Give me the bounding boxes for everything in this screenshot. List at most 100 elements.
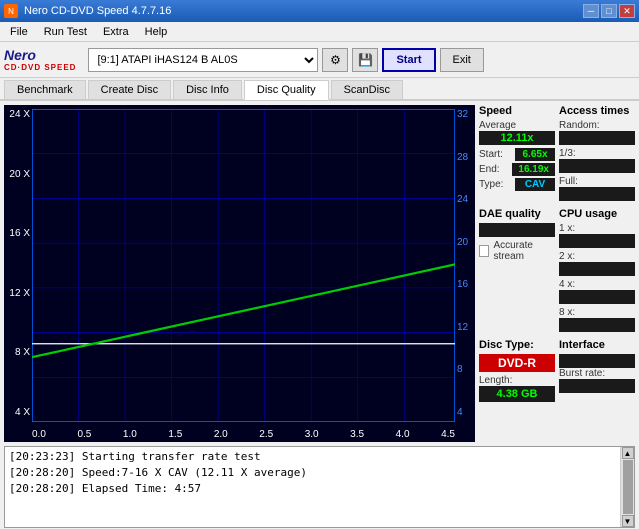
log-scrollbar[interactable]: ▲ ▼ [620, 447, 634, 527]
cpu-8x-label: 8 x: [559, 307, 635, 318]
tab-disc-quality[interactable]: Disc Quality [244, 80, 329, 100]
access-panel: Access times Random: 1/3: Full: [559, 105, 635, 204]
close-button[interactable]: ✕ [619, 4, 635, 18]
log-content: [20:23:23] Starting transfer rate test [… [5, 447, 620, 527]
menu-run-test[interactable]: Run Test [36, 24, 95, 40]
disc-panel: Disc Type: DVD-R Length: 4.38 GB [479, 339, 555, 402]
y-right-24: 24 [457, 194, 468, 205]
tab-benchmark[interactable]: Benchmark [4, 80, 86, 99]
access-title: Access times [559, 105, 635, 117]
cpu-8x-bar [559, 318, 635, 332]
access-random-label: Random: [559, 120, 635, 131]
speed-type-value: CAV [515, 178, 555, 191]
tab-scan-disc[interactable]: ScanDisc [331, 80, 403, 99]
main-content: 24 X 20 X 16 X 12 X 8 X 4 X 32 28 24 20 … [0, 101, 639, 446]
maximize-button[interactable]: □ [601, 4, 617, 18]
x-label-0: 0.0 [32, 429, 46, 440]
speed-type-label: Type: [479, 179, 503, 190]
window-title: Nero CD-DVD Speed 4.7.7.16 [24, 5, 171, 17]
toolbar-btn-2[interactable]: 💾 [352, 48, 378, 72]
chart-canvas [32, 109, 455, 422]
speed-average-value: 12.11x [479, 131, 555, 145]
side-panel: Speed Average 12.11x Start: 6.65x End: 1… [479, 101, 639, 446]
speed-end-value: 16.19x [512, 163, 555, 176]
y-right-8: 8 [457, 364, 463, 375]
nero-logo-top: Nero [4, 47, 36, 63]
disc-type-value: DVD-R [479, 354, 555, 372]
interface-panel: Interface Burst rate: [559, 339, 635, 402]
menu-extra[interactable]: Extra [95, 24, 137, 40]
x-label-25: 2.5 [259, 429, 273, 440]
minimize-button[interactable]: ─ [583, 4, 599, 18]
y-label-12: 12 X [9, 288, 30, 299]
nero-logo-bottom: CD·DVD SPEED [4, 63, 76, 72]
cpu-2x-bar [559, 262, 635, 276]
y-label-24: 24 X [9, 109, 30, 120]
y-label-20: 20 X [9, 169, 30, 180]
access-full-bar [559, 187, 635, 201]
speed-panel: Speed Average 12.11x Start: 6.65x End: 1… [479, 105, 555, 204]
dae-title: DAE quality [479, 208, 555, 220]
tab-disc-info[interactable]: Disc Info [173, 80, 242, 99]
scroll-up-button[interactable]: ▲ [622, 447, 634, 459]
scroll-thumb[interactable] [623, 460, 633, 514]
x-label-3: 3.0 [305, 429, 319, 440]
x-label-4: 4.0 [396, 429, 410, 440]
access-random-bar [559, 131, 635, 145]
interface-bar [559, 354, 635, 368]
speed-access-row: Speed Average 12.11x Start: 6.65x End: 1… [479, 105, 635, 204]
scroll-down-button[interactable]: ▼ [622, 515, 634, 527]
toolbar-btn-1[interactable]: ⚙ [322, 48, 348, 72]
menu-file[interactable]: File [2, 24, 36, 40]
accurate-stream-checkbox[interactable] [479, 245, 489, 257]
y-axis-right: 32 28 24 20 16 12 8 4 [455, 105, 475, 422]
y-right-12: 12 [457, 322, 468, 333]
title-bar: N Nero CD-DVD Speed 4.7.7.16 ─ □ ✕ [0, 0, 639, 22]
app-icon: N [4, 4, 18, 18]
x-label-05: 0.5 [77, 429, 91, 440]
cpu-1x-bar [559, 234, 635, 248]
cpu-title: CPU usage [559, 208, 635, 220]
y-axis-left: 24 X 20 X 16 X 12 X 8 X 4 X [4, 105, 32, 422]
speed-average-label: Average [479, 120, 555, 131]
x-label-35: 3.5 [350, 429, 364, 440]
access-onethird-label: 1/3: [559, 148, 635, 159]
disc-length-label: Length: [479, 375, 555, 386]
y-label-16: 16 X [9, 228, 30, 239]
y-right-4: 4 [457, 407, 463, 418]
dae-cpu-row: DAE quality Accurate stream CPU usage 1 … [479, 208, 635, 335]
y-label-8: 8 X [15, 347, 30, 358]
y-right-20: 20 [457, 237, 468, 248]
y-label-4: 4 X [15, 407, 30, 418]
chart-area: 24 X 20 X 16 X 12 X 8 X 4 X 32 28 24 20 … [4, 105, 475, 442]
cpu-panel: CPU usage 1 x: 2 x: 4 x: 8 x: [559, 208, 635, 335]
log-line-3: [20:28:20] Elapsed Time: 4:57 [9, 481, 616, 497]
speed-start-value: 6.65x [515, 148, 555, 161]
dae-panel: DAE quality Accurate stream [479, 208, 555, 335]
burst-rate-bar [559, 379, 635, 393]
disc-interface-row: Disc Type: DVD-R Length: 4.38 GB Interfa… [479, 339, 635, 402]
tab-create-disc[interactable]: Create Disc [88, 80, 171, 99]
cpu-4x-label: 4 x: [559, 279, 635, 290]
menu-help[interactable]: Help [137, 24, 176, 40]
speed-start-label: Start: [479, 149, 503, 160]
exit-button[interactable]: Exit [440, 48, 484, 72]
log-area: [20:23:23] Starting transfer rate test [… [4, 446, 635, 528]
dae-quality-bar [479, 223, 555, 237]
log-line-2: [20:28:20] Speed:7-16 X CAV (12.11 X ave… [9, 465, 616, 481]
drive-selector[interactable]: [9:1] ATAPI iHAS124 B AL0S [88, 48, 318, 72]
disc-type-title: Disc Type: [479, 339, 555, 351]
accurate-stream-label: Accurate stream [493, 240, 555, 262]
access-onethird-bar [559, 159, 635, 173]
x-axis: 0.0 0.5 1.0 1.5 2.0 2.5 3.0 3.5 4.0 4.5 [32, 429, 455, 440]
x-label-1: 1.0 [123, 429, 137, 440]
cpu-1x-label: 1 x: [559, 223, 635, 234]
interface-title: Interface [559, 339, 635, 351]
toolbar: Nero CD·DVD SPEED [9:1] ATAPI iHAS124 B … [0, 42, 639, 78]
start-button[interactable]: Start [382, 48, 435, 72]
y-right-32: 32 [457, 109, 468, 120]
menu-bar: File Run Test Extra Help [0, 22, 639, 42]
y-right-16: 16 [457, 279, 468, 290]
access-full-label: Full: [559, 176, 635, 187]
nero-logo: Nero CD·DVD SPEED [4, 47, 76, 72]
